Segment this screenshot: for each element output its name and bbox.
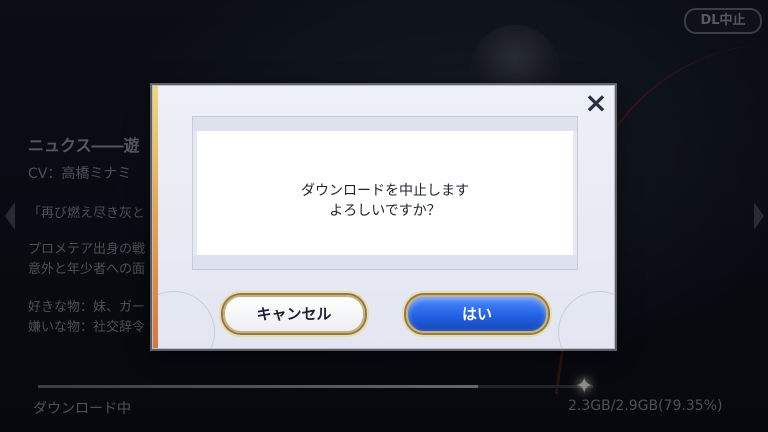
- message-box-top-bar: [193, 117, 577, 131]
- close-icon[interactable]: ×: [583, 89, 609, 117]
- yes-button[interactable]: はい: [406, 295, 548, 333]
- message-box-bottom-bar: [193, 255, 577, 269]
- dialog-message-line2: よろしいですか？: [329, 203, 441, 219]
- dialog-ornament-left: [153, 291, 215, 348]
- cancel-button[interactable]: キャンセル: [223, 295, 365, 333]
- dialog-message: ダウンロードを中止します よろしいですか？: [193, 181, 577, 221]
- confirm-dialog: × ダウンロードを中止します よろしいですか？ キャンセル はい: [152, 85, 615, 349]
- dialog-message-line1: ダウンロードを中止します: [301, 183, 469, 199]
- dialog-message-box: ダウンロードを中止します よろしいですか？: [192, 116, 578, 270]
- dialog-ornament-right: [558, 291, 614, 348]
